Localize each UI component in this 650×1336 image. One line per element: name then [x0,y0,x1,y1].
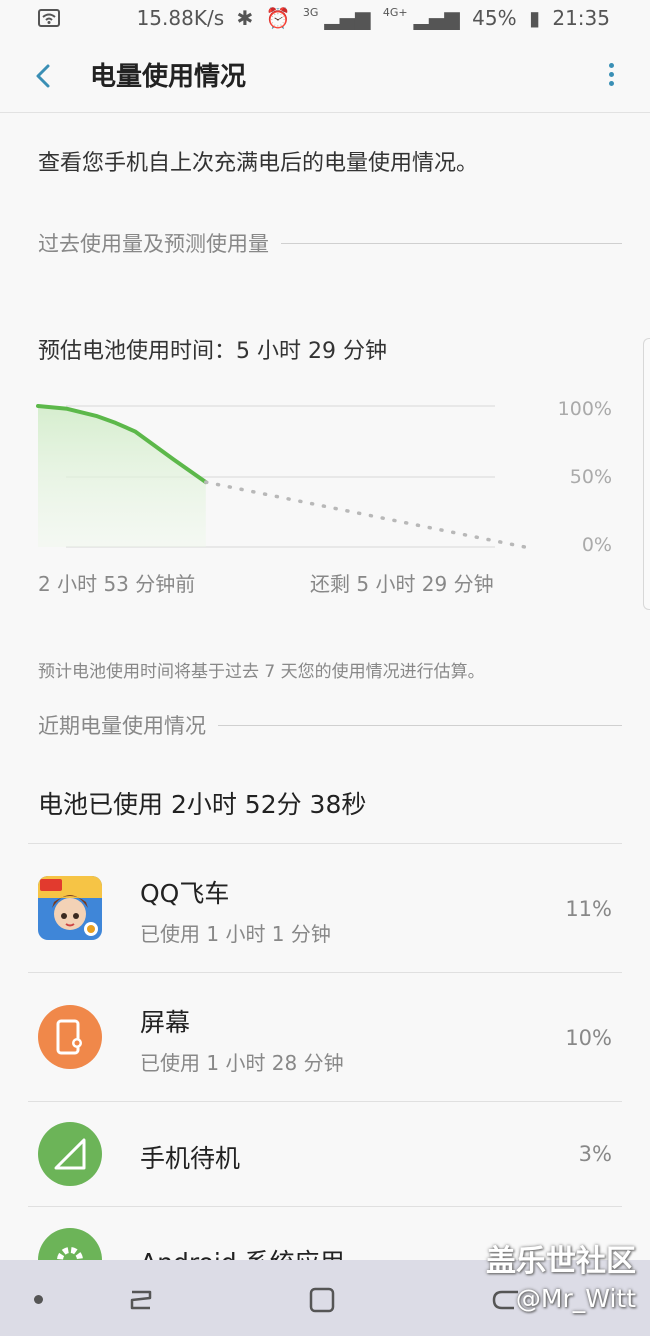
section-header-forecast: 过去使用量及预测使用量 [38,228,622,258]
total-battery-used: 电池已使用 2小时 52分 38秒 [38,790,367,819]
battery-icon: ▮ [528,6,540,30]
screen-icon [38,1005,102,1069]
bluetooth-icon: ✱ [236,6,254,30]
app-name: QQ飞车 [140,879,230,908]
signal-standby-icon [38,1122,102,1186]
usage-duration: 已使用 1 小时 1 分钟 [140,922,331,946]
usage-percent: 3% [578,1142,612,1166]
section-divider [281,242,622,244]
alarm-icon: ⏰ [265,6,291,30]
forecast-usage-line [204,480,527,549]
gear-icon [38,1228,102,1260]
qq-speed-app-icon [38,876,102,940]
back-arrow-icon [36,64,50,88]
clock: 21:35 [552,6,610,30]
network-speed: 15.88K/s [136,6,225,30]
x-label-start: 2 小时 53 分钟前 [38,572,196,596]
edge-panel-handle[interactable] [643,338,650,610]
back-button[interactable] [26,56,66,96]
status-bar: 15.88K/s ✱ ⏰ 3G ▂▄▆ 4G+ ▂▄▆ 45% ▮ 21:35 [0,0,650,40]
list-item[interactable]: QQ飞车 已使用 1 小时 1 分钟 11% [0,844,650,972]
list-item[interactable]: 屏幕 已使用 1 小时 28 分钟 10% [0,973,650,1101]
usage-percent: 10% [565,1026,612,1050]
watermark-title: 盖乐世社区 [486,1244,636,1279]
estimated-battery-time: 预估电池使用时间：5 小时 29 分钟 [38,339,387,364]
y-tick-label: 50% [569,466,612,488]
app-bar: 电量使用情况 [0,40,650,113]
network-type-3g: 3G [302,6,319,19]
intro-text: 查看您手机自上次充满电后的电量使用情况。 [38,151,479,176]
page-title: 电量使用情况 [90,62,247,92]
more-options-button[interactable] [602,60,620,94]
nav-hide-dot[interactable] [34,1295,43,1304]
network-type-4g: 4G+ [382,6,408,19]
usage-duration: 已使用 1 小时 28 分钟 [140,1051,344,1075]
y-tick-label: 100% [557,398,612,420]
section-title: 过去使用量及预测使用量 [38,232,269,256]
more-dot-icon [608,81,614,86]
watermark-handle: @Mr_Witt [515,1284,636,1313]
home-icon[interactable] [308,1286,336,1314]
wifi-icon [38,8,60,32]
y-tick-label: 0% [581,534,612,556]
section-title: 近期电量使用情况 [38,714,206,738]
app-name: 手机待机 [140,1144,241,1173]
recent-apps-icon[interactable] [126,1288,156,1312]
more-dot-icon [608,63,614,68]
signal-icon: ▂▄▆ [324,6,371,30]
estimate-footnote: 预计电池使用时间将基于过去 7 天您的使用情况进行估算。 [38,662,485,682]
app-name: 屏幕 [140,1008,191,1037]
usage-percent: 11% [565,897,612,921]
section-header-recent: 近期电量使用情况 [38,710,622,740]
battery-percent: 45% [472,6,517,30]
x-label-end: 还剩 5 小时 29 分钟 [310,572,494,596]
section-divider [218,724,622,726]
more-dot-icon [608,72,614,77]
signal-icon: ▂▄▆ [413,6,460,30]
app-name: Android 系统应用 [140,1243,345,1260]
